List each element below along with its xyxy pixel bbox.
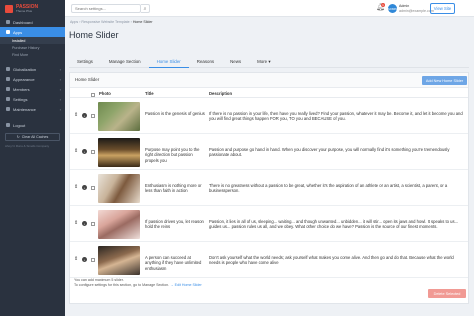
panel-header: Home Slider Add New Home Slider (70, 73, 468, 88)
users-icon (6, 87, 10, 91)
sidebar-item-maintenance[interactable]: Maintenance › (0, 104, 65, 114)
sidebar-item-settings[interactable]: Settings › (0, 94, 65, 104)
brand-tagline: Theme Plus (16, 8, 33, 13)
user-email: admin@example.com (399, 8, 434, 13)
breadcrumb-apps[interactable]: Apps (70, 20, 78, 24)
sidebar-sub-purchase-history[interactable]: Purchase History (0, 44, 65, 51)
user-menu[interactable]: Admin admin@example.com (399, 4, 434, 13)
sidebar-sub-find-more[interactable]: Find More (0, 51, 65, 58)
slider-panel: Home Slider Add New Home Slider Photo Ti… (69, 72, 469, 304)
page-title: Home Slider (69, 30, 119, 40)
panel-footer-note: You can add maximum 5 slider. To configu… (74, 278, 202, 288)
column-description: Description (209, 91, 233, 96)
avatar[interactable]: ADMIN (388, 4, 397, 13)
slider-photo (98, 174, 140, 203)
drag-handle-icon[interactable]: ⇕ (74, 149, 78, 154)
slider-description: If there is no passion in your life, the… (209, 111, 463, 122)
sidebar-sub-installed[interactable]: Installed (0, 37, 65, 44)
chevron-right-icon: › (59, 106, 61, 112)
sidebar-item-members[interactable]: Members › (0, 84, 65, 94)
drag-handle-icon[interactable]: ⇕ (74, 257, 78, 262)
slider-photo (98, 102, 140, 131)
row-checkbox[interactable] (91, 258, 95, 262)
table-row[interactable]: ⇕ • Enthusiasm is nothing more or less t… (70, 171, 468, 206)
tab-reasons[interactable]: Reasons (189, 55, 222, 68)
drag-handle-icon[interactable]: ⇕ (74, 185, 78, 190)
slider-description: Passion and purpose go hand in hand. Whe… (209, 147, 450, 158)
slider-photo (98, 210, 140, 239)
view-site-button[interactable]: View Site (430, 3, 455, 14)
slider-title: If passion drives you, let reason hold t… (145, 219, 204, 230)
more-options-icon[interactable]: • (82, 113, 87, 118)
sidebar-footer: Ahoy! it Runs & Smells Company (5, 144, 50, 148)
logout-icon (6, 123, 10, 127)
slider-photo (98, 246, 140, 275)
dashboard-icon (6, 20, 10, 24)
chevron-right-icon: › (59, 86, 61, 92)
breadcrumb-current: Home Slider (132, 20, 153, 24)
tab-home-slider[interactable]: Home Slider (148, 55, 189, 68)
slider-description: There is no greatness without a passion … (209, 183, 448, 194)
search-icon[interactable]: ⌕ (141, 4, 150, 13)
wrench-icon (6, 107, 10, 111)
sidebar-item-appearance[interactable]: Appearance › (0, 74, 65, 84)
table-row[interactable]: ⇕ • Purpose may point you to the right d… (70, 135, 468, 170)
sidebar-item-globalization[interactable]: Globalization › (0, 64, 65, 74)
tab-news[interactable]: News (222, 55, 249, 68)
drag-handle-icon[interactable]: ⇕ (74, 113, 78, 118)
sidebar-item-dashboard[interactable]: Dashboard (0, 17, 65, 27)
column-photo: Photo (99, 91, 111, 96)
logo-icon (5, 4, 13, 13)
tab-settings[interactable]: Settings (69, 55, 101, 68)
slider-title: Purpose may point you to the right direc… (145, 147, 200, 163)
slider-title: A person can succeed at anything if they… (145, 255, 202, 271)
gear-icon (6, 97, 10, 101)
more-options-icon[interactable]: • (82, 257, 87, 262)
drag-handle-icon[interactable]: ⇕ (74, 221, 78, 226)
panel-title: Home Slider (75, 77, 100, 82)
table-row[interactable]: ⇕ • Passion is the genesis of genius If … (70, 99, 468, 134)
brand-logo[interactable]: PASSION Theme Plus (0, 0, 65, 17)
chevron-right-icon: › (59, 76, 61, 82)
slider-description: Passion, it lies in all of us, sleeping.… (209, 219, 459, 230)
clear-cache-button[interactable]: ↻ Clear All Caches (5, 133, 60, 141)
search-input[interactable] (71, 4, 141, 13)
chevron-right-icon: › (59, 96, 61, 102)
row-checkbox[interactable] (91, 222, 95, 226)
row-checkbox[interactable] (91, 150, 95, 154)
refresh-icon: ↻ (16, 135, 20, 139)
globe-icon (6, 67, 10, 71)
row-checkbox[interactable] (91, 114, 95, 118)
chevron-right-icon: › (59, 66, 61, 72)
tab-manage-section[interactable]: Manage Section (101, 55, 149, 68)
slider-title: Enthusiasm is nothing more or less than … (145, 183, 202, 194)
notification-badge: 1 (381, 3, 385, 7)
tab-bar: Settings Manage Section Home Slider Reas… (69, 55, 469, 68)
more-options-icon[interactable]: • (82, 221, 87, 226)
column-title: Title (145, 91, 154, 96)
more-options-icon[interactable]: • (82, 149, 87, 154)
table-header: Photo Title Description (70, 89, 468, 98)
sidebar-item-logout[interactable]: Logout (0, 120, 65, 130)
table-row[interactable]: ⇕ • If passion drives you, let reason ho… (70, 207, 468, 242)
delete-selected-button[interactable]: Delete Selected (428, 289, 466, 298)
more-options-icon[interactable]: • (82, 185, 87, 190)
palette-icon (6, 77, 10, 81)
breadcrumb: Apps › Responsive Website Template › Hom… (70, 20, 153, 24)
breadcrumb-template[interactable]: Responsive Website Template (81, 20, 129, 24)
row-checkbox[interactable] (91, 186, 95, 190)
slider-description: Don't ask yourself what the world needs;… (209, 255, 454, 266)
top-bar: ⌕ 🔔︎ 1 ADMIN Admin admin@example.com Vie… (65, 0, 474, 17)
table-row[interactable]: ⇕ • A person can succeed at anything if … (70, 243, 468, 278)
tab-more[interactable]: More ▾ (249, 55, 278, 68)
add-slider-button[interactable]: Add New Home Slider (422, 76, 467, 85)
edit-home-slider-link[interactable]: → Edit Home Slider (170, 283, 202, 287)
slider-title: Passion is the genesis of genius (145, 111, 205, 116)
sidebar-item-apps[interactable]: Apps (0, 27, 65, 37)
slider-photo (98, 138, 140, 167)
apps-icon (6, 30, 10, 34)
sidebar: PASSION Theme Plus Dashboard Apps Instal… (0, 0, 65, 316)
configure-note: To configure settings for this section, … (74, 283, 170, 287)
